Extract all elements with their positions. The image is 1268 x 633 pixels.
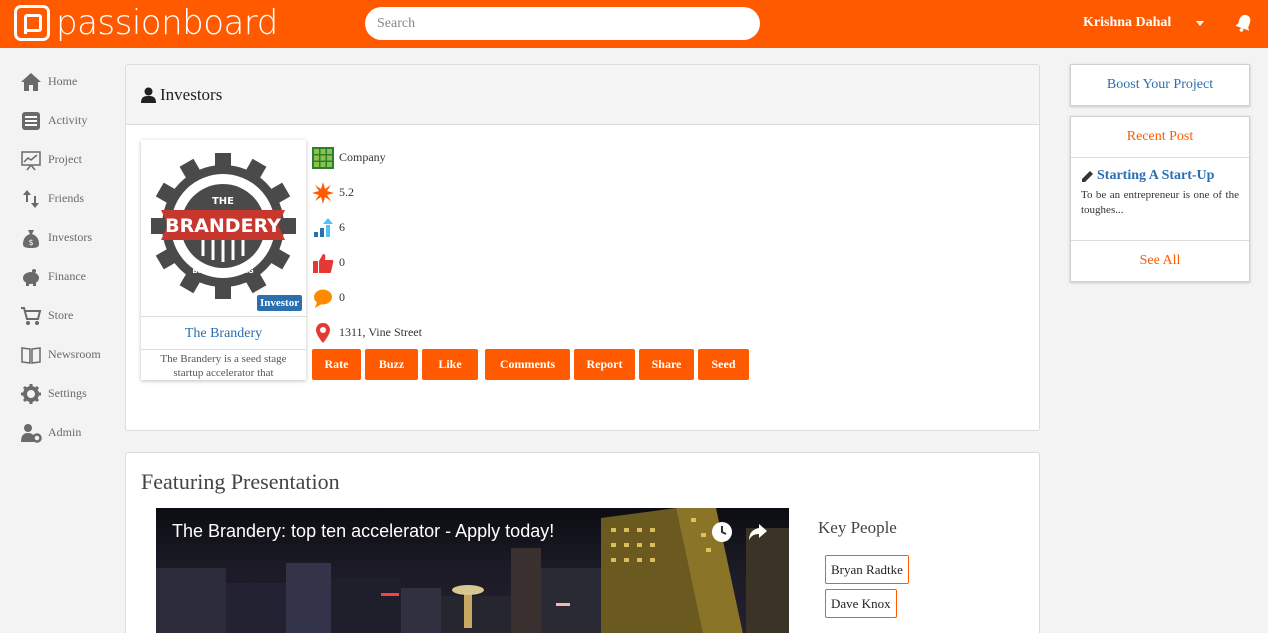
project-icon bbox=[20, 149, 42, 171]
sidebar-item-label: Admin bbox=[48, 425, 82, 439]
stat-rank: 6 bbox=[312, 210, 422, 245]
stat-rating-value: 5.2 bbox=[339, 185, 354, 199]
stat-likes-value: 0 bbox=[339, 255, 345, 269]
sidebar-item-label: Project bbox=[48, 152, 82, 166]
video-title: The Brandery: top ten accelerator - Appl… bbox=[172, 521, 555, 541]
share-button[interactable]: Share bbox=[639, 349, 694, 380]
sidebar-item-friends[interactable]: Friends bbox=[0, 179, 120, 218]
investor-panel: Investors THE BRANDERY BRANDERY.ORG Inve… bbox=[125, 64, 1040, 431]
logo[interactable]: passionboard bbox=[14, 5, 278, 41]
activity-icon bbox=[20, 110, 42, 132]
sidebar-item-newsroom[interactable]: Newsroom bbox=[0, 335, 120, 374]
stat-buzz-value: 0 bbox=[339, 290, 345, 304]
book-icon bbox=[20, 344, 42, 366]
sidebar-item-store[interactable]: Store bbox=[0, 296, 120, 335]
see-all-link[interactable]: See All bbox=[1071, 241, 1249, 281]
investor-description: The Brandery is a seed stage startup acc… bbox=[160, 353, 287, 379]
logo-mark-icon bbox=[14, 5, 50, 41]
post-title-link[interactable]: Starting A Start-Up bbox=[1081, 168, 1239, 184]
key-person-button[interactable]: Bryan Radtke bbox=[825, 555, 909, 584]
company-grid-icon bbox=[312, 146, 334, 169]
sidebar-item-label: Newsroom bbox=[48, 347, 101, 361]
recent-post-title: Recent Post bbox=[1071, 117, 1249, 158]
sidebar-item-label: Store bbox=[48, 308, 74, 322]
rate-button[interactable]: Rate bbox=[312, 349, 361, 380]
post-excerpt: To be an entrepreneur is one of the toug… bbox=[1081, 189, 1239, 216]
stat-rating: 5.2 bbox=[312, 175, 422, 210]
stat-likes: 0 bbox=[312, 245, 422, 280]
stat-address-value: 1311, Vine Street bbox=[339, 325, 422, 339]
sidebar-item-investors[interactable]: $ Investors bbox=[0, 218, 120, 257]
recent-post-item: Starting A Start-Up To be an entrepreneu… bbox=[1071, 158, 1249, 241]
sidebar-item-label: Investors bbox=[48, 230, 92, 244]
sidebar-item-label: Activity bbox=[48, 113, 88, 127]
piggy-bank-icon bbox=[20, 266, 42, 288]
logo-top-text: THE bbox=[212, 196, 234, 207]
featuring-panel: Featuring Presentation The Brandery: top… bbox=[125, 452, 1040, 633]
investor-profile-card[interactable]: THE BRANDERY BRANDERY.ORG Investor The B… bbox=[141, 140, 306, 380]
top-bar: passionboard Krishna Dahal bbox=[0, 0, 1268, 48]
stat-type-value: Company bbox=[339, 150, 386, 164]
investor-name-link[interactable]: The Brandery bbox=[141, 316, 306, 350]
clock-icon[interactable] bbox=[710, 520, 734, 544]
chevron-down-icon[interactable] bbox=[1196, 21, 1204, 26]
video-player[interactable]: The Brandery: top ten accelerator - Appl… bbox=[156, 508, 789, 633]
sidebar-item-admin[interactable]: Admin bbox=[0, 413, 120, 452]
stat-rank-value: 6 bbox=[339, 220, 345, 234]
boost-project-button[interactable]: Boost Your Project bbox=[1070, 64, 1250, 106]
brandery-logo: THE BRANDERY BRANDERY.ORG bbox=[151, 153, 296, 299]
report-button[interactable]: Report bbox=[574, 349, 635, 380]
seed-button[interactable]: Seed bbox=[698, 349, 749, 380]
thumbs-up-icon bbox=[312, 252, 334, 274]
rank-up-icon bbox=[312, 217, 334, 239]
admin-icon bbox=[20, 422, 42, 444]
sidebar-item-activity[interactable]: Activity bbox=[0, 101, 120, 140]
key-person-button[interactable]: Dave Knox bbox=[825, 589, 897, 618]
stat-type: Company bbox=[312, 140, 422, 175]
stat-buzz: 0 bbox=[312, 280, 422, 315]
map-pin-icon bbox=[312, 322, 334, 344]
investor-badge: Investor bbox=[257, 295, 303, 311]
home-icon bbox=[20, 71, 42, 93]
like-button[interactable]: Like bbox=[422, 349, 478, 380]
investor-stats: Company 5.2 6 0 0 1311, Vine Street bbox=[312, 140, 422, 350]
pencil-icon bbox=[1082, 170, 1093, 182]
key-people-title: Key People bbox=[818, 518, 897, 537]
gear-icon bbox=[20, 383, 42, 405]
sidebar-item-label: Settings bbox=[48, 386, 87, 400]
logo-text: passionboard bbox=[56, 3, 278, 43]
sidebar-item-finance[interactable]: Finance bbox=[0, 257, 120, 296]
page-title: Investors bbox=[160, 84, 223, 104]
speech-bubble-icon bbox=[312, 287, 334, 309]
recent-post-box: Recent Post Starting A Start-Up To be an… bbox=[1070, 116, 1250, 282]
logo-banner-text: BRANDERY bbox=[165, 215, 281, 237]
sidebar-item-label: Finance bbox=[48, 269, 86, 283]
investor-panel-header: Investors bbox=[126, 65, 1039, 125]
search-input[interactable] bbox=[365, 7, 760, 40]
cart-icon bbox=[20, 305, 42, 327]
user-icon bbox=[141, 87, 156, 103]
svg-text:$: $ bbox=[28, 238, 33, 247]
featuring-title: Featuring Presentation bbox=[141, 469, 340, 494]
sidebar: Home Activity Project Friends $ Investor… bbox=[0, 62, 120, 452]
stat-address: 1311, Vine Street bbox=[312, 315, 422, 350]
sidebar-item-settings[interactable]: Settings bbox=[0, 374, 120, 413]
sidebar-item-project[interactable]: Project bbox=[0, 140, 120, 179]
logo-bottom-text: BRANDERY.ORG bbox=[192, 267, 254, 275]
buzz-button[interactable]: Buzz bbox=[365, 349, 418, 380]
post-title-text: Starting A Start-Up bbox=[1097, 168, 1215, 183]
sidebar-item-label: Home bbox=[48, 74, 78, 88]
investors-icon: $ bbox=[20, 227, 42, 249]
share-icon[interactable] bbox=[746, 520, 770, 544]
comments-button[interactable]: Comments bbox=[485, 349, 570, 380]
bell-icon[interactable] bbox=[1233, 12, 1255, 34]
sidebar-item-label: Friends bbox=[48, 191, 84, 205]
starburst-icon bbox=[312, 181, 334, 204]
sidebar-item-home[interactable]: Home bbox=[0, 62, 120, 101]
friends-icon bbox=[20, 188, 42, 210]
user-name[interactable]: Krishna Dahal bbox=[1083, 15, 1171, 31]
investor-actions: Rate Buzz Like Comments Report Share See… bbox=[312, 349, 753, 380]
